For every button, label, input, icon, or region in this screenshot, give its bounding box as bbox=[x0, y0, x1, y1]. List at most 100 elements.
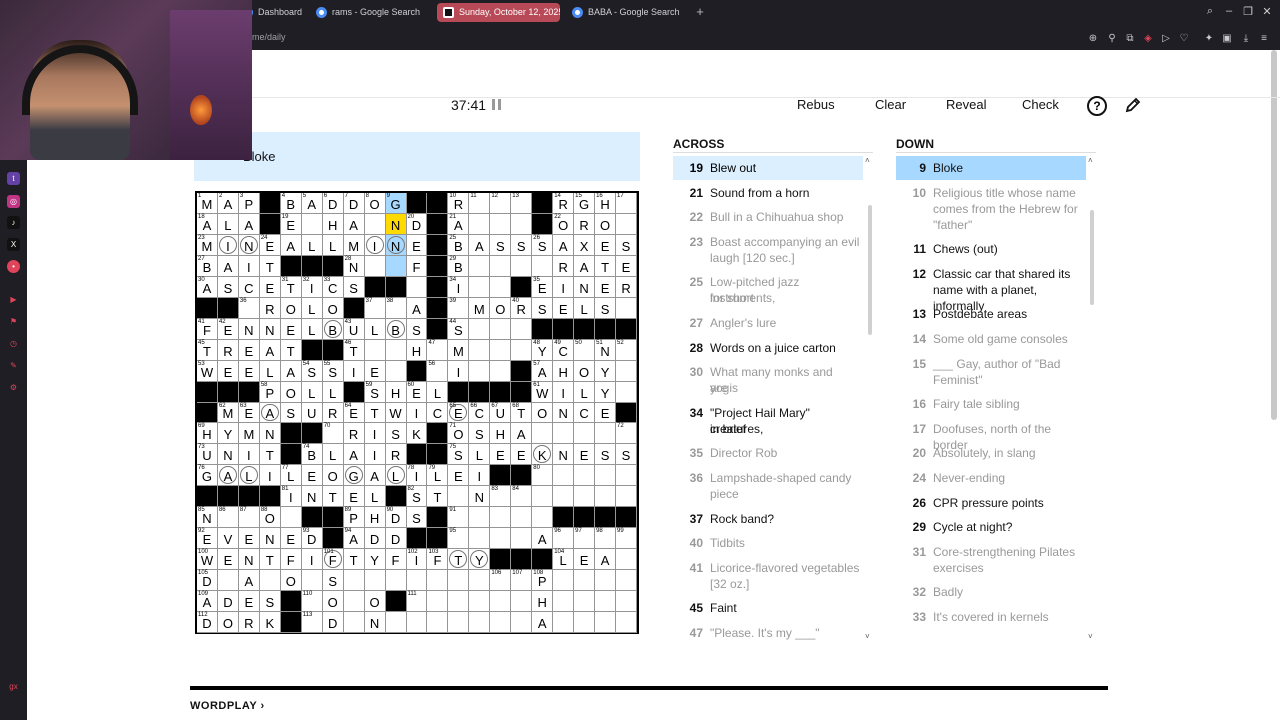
grid-cell[interactable]: A bbox=[280, 360, 302, 382]
grid-cell[interactable]: H bbox=[322, 213, 344, 235]
grid-cell[interactable] bbox=[385, 612, 407, 633]
grid-cell[interactable] bbox=[385, 255, 407, 277]
grid-cell[interactable]: A bbox=[532, 528, 554, 550]
scroll-up-icon[interactable]: ˄ bbox=[1088, 156, 1093, 165]
grid-cell[interactable] bbox=[364, 255, 386, 277]
grid-cell[interactable]: 27 B bbox=[197, 255, 218, 277]
grid-cell[interactable]: 7D bbox=[343, 193, 365, 214]
clue-item-15[interactable]: 15 ___ Gay, author of "Bad Feminist" bbox=[896, 352, 1086, 392]
grid-cell[interactable]: 112 D bbox=[197, 612, 218, 633]
grid-cell[interactable]: Y bbox=[595, 360, 617, 382]
grid-cell[interactable] bbox=[595, 570, 617, 592]
grid-cell[interactable]: S bbox=[469, 423, 491, 445]
grid-cell[interactable]: 102 I bbox=[406, 549, 428, 571]
grid-cell[interactable]: 90 D bbox=[385, 507, 407, 529]
grid-cell[interactable]: F bbox=[406, 255, 428, 277]
clue-item-37[interactable]: 37 Rock band? bbox=[673, 507, 863, 531]
down-scrollbar[interactable] bbox=[1090, 210, 1094, 305]
grid-cell[interactable]: E bbox=[238, 339, 260, 361]
grid-cell[interactable]: C bbox=[238, 276, 260, 298]
grid-cell[interactable]: 16 H bbox=[595, 193, 617, 214]
grid-cell[interactable]: I bbox=[469, 465, 491, 487]
clear-button[interactable]: Clear bbox=[875, 97, 906, 112]
grid-cell[interactable]: O bbox=[532, 402, 554, 424]
grid-cell[interactable]: T bbox=[322, 486, 344, 508]
grid-cell[interactable]: 57 A bbox=[532, 360, 554, 382]
grid-cell[interactable]: E bbox=[343, 486, 365, 508]
grid-cell[interactable]: A bbox=[469, 234, 491, 256]
grid-cell[interactable]: I bbox=[553, 276, 575, 298]
grid-cell[interactable]: E bbox=[595, 402, 617, 424]
grid-cell[interactable]: 110 bbox=[301, 591, 323, 613]
grid-cell[interactable] bbox=[595, 423, 617, 445]
grid-cell[interactable]: H bbox=[532, 591, 554, 613]
grid-cell[interactable]: 66 C bbox=[469, 402, 491, 424]
pin-icon[interactable]: ⚲ bbox=[1106, 33, 1118, 45]
grid-cell[interactable] bbox=[511, 528, 533, 550]
grid-cell[interactable]: G bbox=[343, 465, 365, 487]
grid-cell[interactable]: 82 S bbox=[406, 486, 428, 508]
grid-cell[interactable]: 100 W bbox=[197, 549, 218, 571]
pencil-icon[interactable] bbox=[1124, 96, 1142, 114]
grid-cell[interactable]: 6D bbox=[322, 193, 344, 214]
help-icon[interactable]: ? bbox=[1087, 96, 1107, 116]
grid-cell[interactable]: N bbox=[217, 444, 239, 466]
grid-cell[interactable]: N bbox=[553, 444, 575, 466]
grid-cell[interactable]: 38 bbox=[385, 297, 407, 319]
grid-cell[interactable]: 44 S bbox=[448, 318, 470, 340]
grid-cell[interactable]: L bbox=[322, 381, 344, 403]
grid-cell[interactable]: 23 M bbox=[197, 234, 218, 256]
grid-cell[interactable]: X bbox=[574, 234, 596, 256]
grid-cell[interactable] bbox=[490, 360, 512, 382]
grid-cell[interactable] bbox=[469, 528, 491, 550]
scroll-up-icon[interactable]: ˄ bbox=[865, 156, 870, 165]
grid-cell[interactable]: C bbox=[427, 402, 449, 424]
scroll-down-icon[interactable]: ˅ bbox=[865, 632, 870, 641]
grid-cell[interactable] bbox=[490, 276, 512, 298]
grid-cell[interactable]: 5A bbox=[301, 193, 323, 214]
grid-cell[interactable]: A bbox=[595, 549, 617, 571]
grid-cell[interactable]: 70 bbox=[322, 423, 344, 445]
grid-cell[interactable]: I bbox=[364, 423, 386, 445]
grid-cell[interactable]: 53 W bbox=[197, 360, 218, 382]
grid-cell[interactable] bbox=[259, 570, 281, 592]
grid-cell[interactable]: 2A bbox=[217, 193, 239, 214]
heart-icon[interactable]: ♡ bbox=[1178, 33, 1190, 45]
grid-cell[interactable] bbox=[217, 570, 239, 592]
grid-cell[interactable]: N bbox=[553, 402, 575, 424]
grid-cell[interactable]: S bbox=[280, 402, 302, 424]
pause-icon[interactable] bbox=[492, 99, 501, 110]
grid-cell[interactable]: 109 A bbox=[197, 591, 218, 613]
grid-cell[interactable]: E bbox=[217, 360, 239, 382]
grid-cell[interactable]: 79 L bbox=[427, 465, 449, 487]
grid-cell[interactable]: D bbox=[217, 591, 239, 613]
grid-cell[interactable]: 98 bbox=[595, 528, 617, 550]
grid-cell[interactable]: B bbox=[322, 318, 344, 340]
grid-cell[interactable]: 86 bbox=[217, 507, 239, 529]
grid-cell[interactable]: 42 E bbox=[217, 318, 239, 340]
grid-cell[interactable]: T bbox=[259, 255, 281, 277]
grid-cell[interactable] bbox=[553, 465, 575, 487]
grid-cell[interactable] bbox=[616, 591, 637, 613]
grid-cell[interactable]: L bbox=[301, 381, 323, 403]
grid-cell[interactable]: A bbox=[238, 570, 260, 592]
grid-cell[interactable] bbox=[574, 465, 596, 487]
grid-cell[interactable]: E bbox=[238, 528, 260, 550]
grid-cell[interactable]: S bbox=[406, 507, 428, 529]
grid-cell[interactable]: A bbox=[280, 234, 302, 256]
grid-cell[interactable]: H bbox=[490, 423, 512, 445]
twitch-icon[interactable]: t bbox=[7, 172, 20, 185]
grid-cell[interactable] bbox=[301, 213, 323, 235]
grid-cell[interactable]: R bbox=[322, 402, 344, 424]
grid-cell[interactable]: E bbox=[217, 549, 239, 571]
grid-cell[interactable]: 14 R bbox=[553, 193, 575, 214]
grid-cell[interactable] bbox=[532, 486, 554, 508]
grid-cell[interactable] bbox=[490, 213, 512, 235]
grid-cell[interactable]: K bbox=[406, 423, 428, 445]
grid-cell[interactable] bbox=[364, 213, 386, 235]
grid-cell[interactable]: Y bbox=[364, 549, 386, 571]
grid-cell[interactable]: A bbox=[364, 465, 386, 487]
grid-cell[interactable] bbox=[532, 507, 554, 529]
grid-cell[interactable]: 68 T bbox=[511, 402, 533, 424]
grid-cell[interactable]: 17 bbox=[616, 193, 637, 214]
